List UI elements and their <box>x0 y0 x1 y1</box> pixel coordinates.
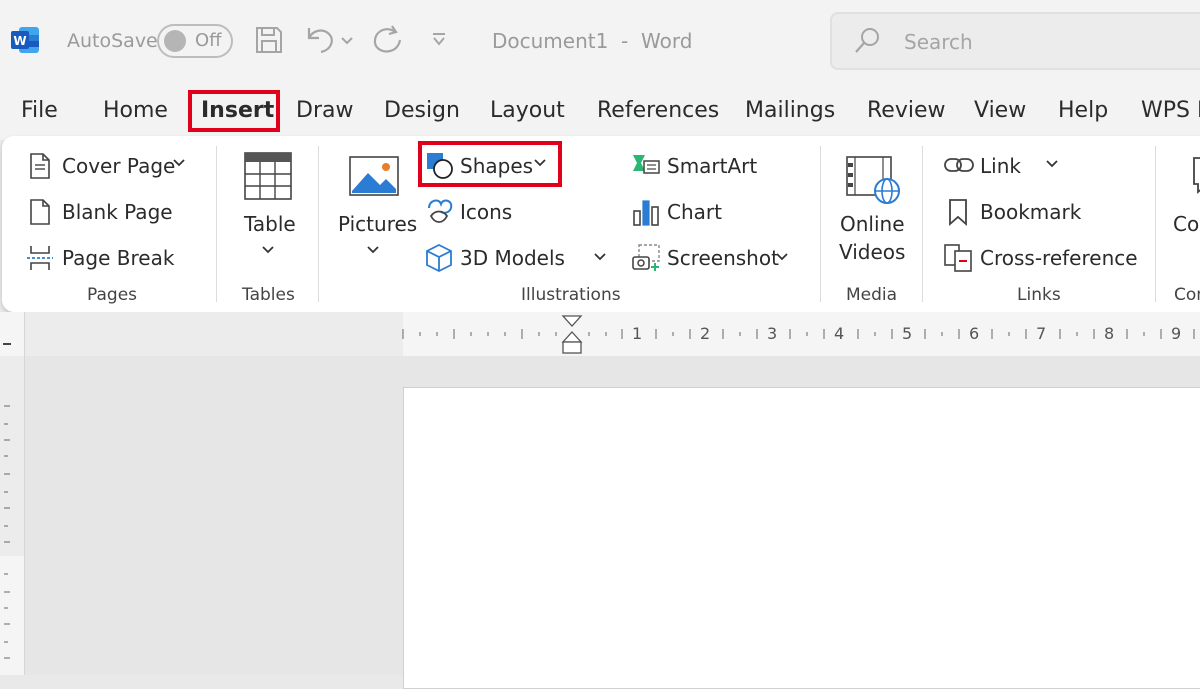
pictures-chevron-icon[interactable] <box>366 244 380 256</box>
links-group-label: Links <box>1017 285 1061 305</box>
chart-icon <box>631 197 661 227</box>
3d-models-icon <box>425 243 453 273</box>
pictures-icon <box>348 155 400 197</box>
tables-group-label: Tables <box>242 285 295 305</box>
pages-group-label: Pages <box>87 285 138 305</box>
search-icon <box>852 26 882 56</box>
autosave-toggle[interactable]: Off <box>157 24 233 58</box>
undo-icon[interactable] <box>303 22 337 56</box>
cross-reference-button[interactable]: Cross-reference <box>980 245 1138 271</box>
customize-toolbar-icon[interactable] <box>430 30 448 48</box>
cover-page-icon <box>28 152 52 180</box>
smartart-button[interactable]: SmartArt <box>667 153 757 179</box>
tab-mailings[interactable]: Mailings <box>745 96 835 126</box>
blank-page-icon <box>28 198 52 226</box>
3d-models-button[interactable]: 3D Models <box>460 245 565 271</box>
ruler-number: 3 <box>767 324 778 343</box>
vertical-ruler[interactable] <box>0 356 25 675</box>
comments-group-label: Comments <box>1174 285 1200 305</box>
tab-draw[interactable]: Draw <box>296 96 353 126</box>
tab-wps-pdf[interactable]: WPS PDF <box>1141 96 1200 126</box>
ruler-number: 7 <box>1036 324 1047 343</box>
group-separator <box>1155 146 1156 302</box>
autosave-label: AutoSave <box>67 30 158 52</box>
screenshot-icon <box>631 243 661 273</box>
search-placeholder: Search <box>904 30 973 54</box>
online-videos-button-line1[interactable]: Online <box>840 211 905 237</box>
ruler-number: 6 <box>969 324 980 343</box>
ruler-number: 9 <box>1171 324 1182 343</box>
group-separator <box>216 146 217 302</box>
table-icon <box>243 151 293 201</box>
screenshot-chevron-icon[interactable] <box>775 251 789 263</box>
icons-icon <box>425 196 455 226</box>
group-separator <box>820 146 821 302</box>
bookmark-icon <box>946 198 970 226</box>
ruler-number: 5 <box>902 324 913 343</box>
link-chevron-icon[interactable] <box>1045 158 1059 170</box>
icons-button[interactable]: Icons <box>460 199 512 225</box>
page-break-button[interactable]: Page Break <box>62 245 174 271</box>
ruler-number: 8 <box>1104 324 1115 343</box>
media-group-label: Media <box>846 285 898 305</box>
ruler-number: 2 <box>700 324 711 343</box>
smartart-icon <box>631 153 661 177</box>
document-page[interactable] <box>403 387 1200 689</box>
ruler-number: 1 <box>632 324 643 343</box>
ruler-number: 4 <box>834 324 845 343</box>
indent-marker-icon[interactable] <box>561 314 583 356</box>
page-break-icon <box>26 244 54 272</box>
comments-group-clip: Comment Comments <box>1160 140 1200 312</box>
tab-layout[interactable]: Layout <box>490 96 565 126</box>
comment-button[interactable]: Comment <box>1173 211 1200 237</box>
online-videos-button-line2[interactable]: Videos <box>839 239 905 265</box>
cross-reference-icon <box>943 243 973 273</box>
undo-dropdown-chevron-icon[interactable] <box>340 32 354 45</box>
tab-wps-pdf-clip: WPS PDF <box>1141 96 1200 128</box>
document-title: Document1 - Word <box>492 29 693 53</box>
blank-page-button[interactable]: Blank Page <box>62 199 173 225</box>
screenshot-button[interactable]: Screenshot <box>667 245 779 271</box>
link-button[interactable]: Link <box>980 153 1021 179</box>
pictures-button[interactable]: Pictures <box>338 211 417 237</box>
tab-view[interactable]: View <box>974 96 1026 126</box>
redo-icon[interactable] <box>370 22 404 56</box>
tab-home[interactable]: Home <box>103 96 168 126</box>
autosave-state: Off <box>195 30 222 51</box>
ruler-ticks <box>402 329 1195 339</box>
table-chevron-icon[interactable] <box>261 244 275 256</box>
tab-file[interactable]: File <box>21 96 58 126</box>
group-separator <box>318 146 319 302</box>
tab-help[interactable]: Help <box>1058 96 1108 126</box>
insert-tab-highlight <box>188 90 280 132</box>
group-separator <box>922 146 923 302</box>
save-icon[interactable] <box>253 24 285 56</box>
link-icon <box>943 154 975 176</box>
word-app-icon[interactable]: W <box>11 25 41 55</box>
comment-icon <box>1192 156 1200 194</box>
bookmark-button[interactable]: Bookmark <box>980 199 1081 225</box>
tab-references[interactable]: References <box>597 96 719 126</box>
shapes-button-highlight <box>418 141 562 187</box>
cover-page-chevron-icon[interactable] <box>172 157 186 169</box>
tab-review[interactable]: Review <box>867 96 946 126</box>
table-button[interactable]: Table <box>244 211 296 237</box>
toggle-knob <box>164 30 186 52</box>
illustrations-group-label: Illustrations <box>521 285 621 305</box>
tab-design[interactable]: Design <box>384 96 460 126</box>
online-videos-icon <box>845 155 903 207</box>
3d-models-chevron-icon[interactable] <box>593 251 607 263</box>
app-letter: W <box>13 34 26 48</box>
search-box[interactable]: Search <box>830 12 1200 70</box>
chart-button[interactable]: Chart <box>667 199 722 225</box>
cover-page-button[interactable]: Cover Page <box>62 153 175 179</box>
